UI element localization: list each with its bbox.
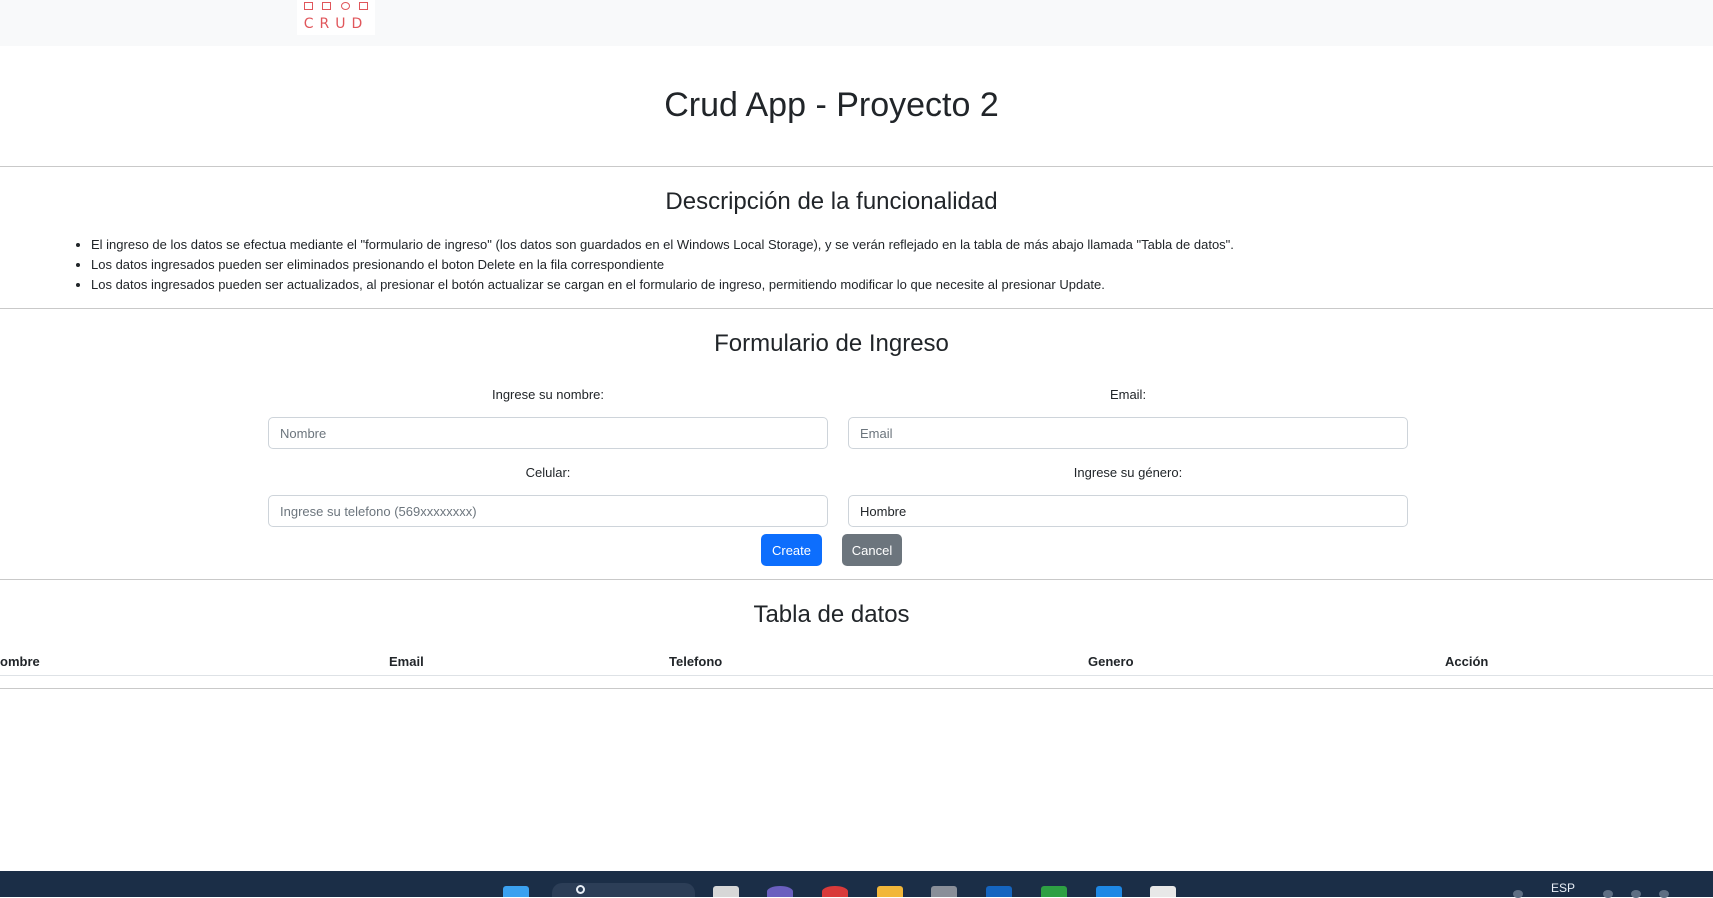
col-header-email: Email xyxy=(389,654,424,669)
browser-icon[interactable] xyxy=(822,886,848,897)
form-title: Formulario de Ingreso xyxy=(714,330,949,357)
gender-select[interactable]: Hombre xyxy=(848,495,1408,527)
vscode-icon[interactable] xyxy=(1096,886,1122,897)
folder-icon[interactable] xyxy=(877,886,903,897)
phone-label: Celular: xyxy=(525,465,571,480)
email-label: Email: xyxy=(1109,387,1147,402)
navbar: CRUD xyxy=(0,0,1713,46)
app-icon[interactable] xyxy=(986,886,1012,897)
logo-text: CRUD xyxy=(303,16,369,32)
description-title: Descripción de la funcionalidad xyxy=(665,188,998,215)
col-header-genero: Genero xyxy=(1088,654,1134,669)
description-item: Los datos ingresados pueden ser actualiz… xyxy=(91,275,1234,295)
active-app-icon[interactable] xyxy=(1150,886,1176,897)
gender-label: Ingrese su género: xyxy=(1073,465,1183,480)
col-header-nombre: ombre xyxy=(0,654,40,669)
taskbar-search[interactable] xyxy=(552,883,695,897)
email-input[interactable] xyxy=(848,417,1408,449)
gender-select-value: Hombre xyxy=(860,503,907,519)
divider xyxy=(0,688,1713,689)
app-icon[interactable] xyxy=(767,886,793,897)
table-header-border xyxy=(0,675,1713,676)
name-input[interactable] xyxy=(268,417,828,449)
description-item: Los datos ingresados pueden ser eliminad… xyxy=(91,255,1234,275)
col-header-telefono: Telefono xyxy=(669,654,723,669)
divider xyxy=(0,308,1713,309)
logo-icons xyxy=(299,0,373,12)
start-icon[interactable] xyxy=(503,886,529,897)
cancel-button[interactable]: Cancel xyxy=(842,534,902,566)
create-button[interactable]: Create xyxy=(761,534,822,566)
col-header-accion: Acción xyxy=(1445,654,1489,669)
xbox-icon[interactable] xyxy=(1041,886,1067,897)
search-icon xyxy=(576,885,585,894)
divider xyxy=(0,166,1713,167)
language-indicator[interactable]: ESP xyxy=(1551,881,1575,895)
divider xyxy=(0,579,1713,580)
task-view-icon[interactable] xyxy=(713,886,739,897)
description-item: El ingreso de los datos se efectua media… xyxy=(91,235,1234,255)
name-label: Ingrese su nombre: xyxy=(491,387,604,402)
taskbar: ESP xyxy=(0,871,1713,898)
description-list: El ingreso de los datos se efectua media… xyxy=(72,235,1234,295)
table-title: Tabla de datos xyxy=(753,601,910,628)
phone-input[interactable] xyxy=(268,495,828,527)
page-title: Crud App - Proyecto 2 xyxy=(664,86,999,124)
shield-app-icon[interactable] xyxy=(931,886,957,897)
crud-logo[interactable]: CRUD xyxy=(297,0,375,35)
